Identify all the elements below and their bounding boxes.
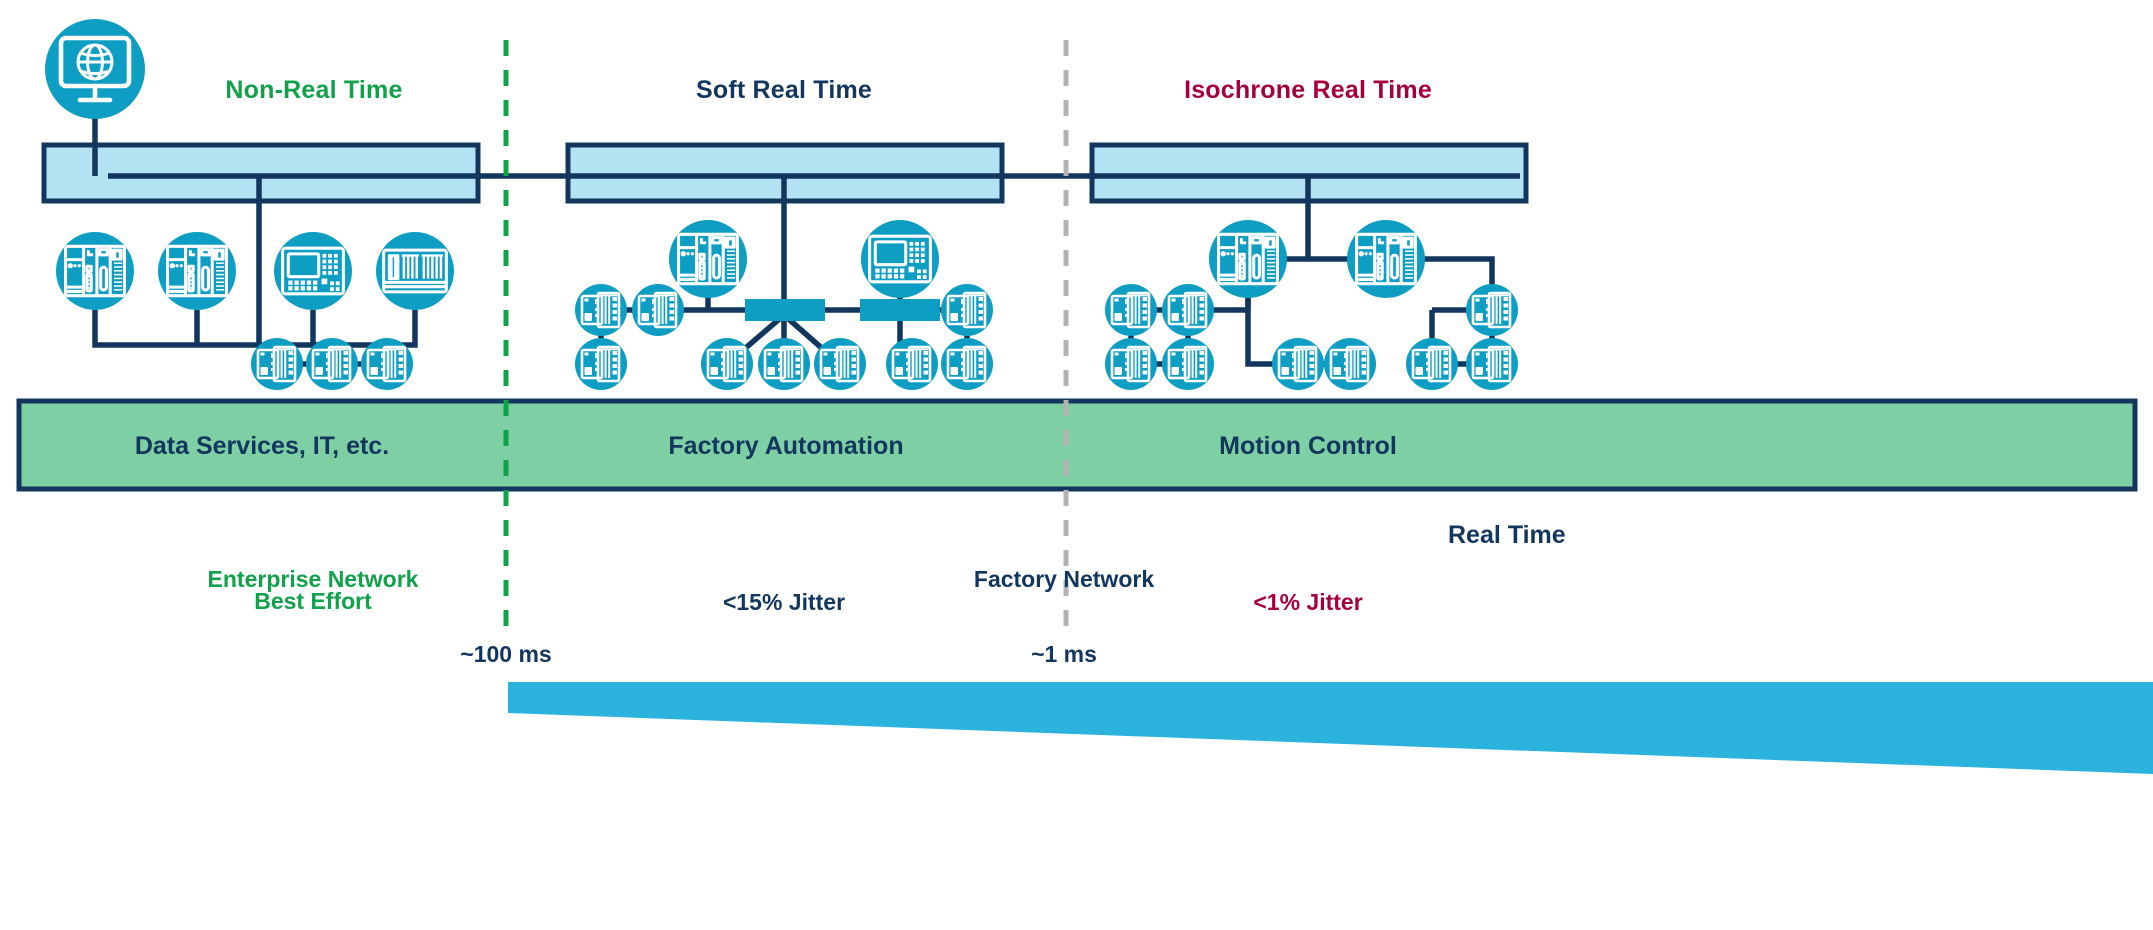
- zone-title-soft-real-time: Soft Real Time: [696, 76, 872, 104]
- node-hmi-1: [274, 232, 352, 310]
- switch-left: [745, 299, 825, 321]
- node-io-16: [1162, 338, 1214, 390]
- wedge-label-real-time: Real Time: [1448, 521, 1566, 549]
- switch-right: [860, 299, 940, 321]
- node-plc-1: [56, 232, 134, 310]
- note-best-effort: Best Effort: [254, 588, 372, 614]
- node-io-17: [1272, 338, 1324, 390]
- node-io-4: [575, 284, 627, 336]
- node-io-10: [886, 338, 938, 390]
- marker-100ms: ~100 ms: [460, 641, 552, 667]
- marker-1ms: ~1 ms: [1031, 641, 1097, 667]
- node-io-13: [1105, 284, 1157, 336]
- node-io-21: [1466, 338, 1518, 390]
- node-io-12: [941, 284, 993, 336]
- note-factory-network: Factory Network: [973, 566, 1155, 592]
- node-plc-3: [669, 220, 747, 298]
- node-terminal-1: [376, 232, 454, 310]
- note-jitter-soft: <15% Jitter: [722, 589, 846, 615]
- node-globe-monitor: [45, 19, 145, 119]
- note-jitter-isochrone: <1% Jitter: [1253, 589, 1363, 615]
- node-io-20: [1406, 338, 1458, 390]
- diagram-graphics: [16, 19, 2153, 774]
- diagram-canvas: Non-Real Time Soft Real Time Isochrone R…: [0, 0, 2153, 930]
- node-io-9: [814, 338, 866, 390]
- node-io-11: [941, 338, 993, 390]
- node-plc-2: [158, 232, 236, 310]
- node-io-19: [1466, 284, 1518, 336]
- band-label-factory-automation: Factory Automation: [668, 432, 904, 460]
- node-plc-4: [1209, 220, 1287, 298]
- node-io-5: [632, 284, 684, 336]
- node-io-15: [1105, 338, 1157, 390]
- node-io-6: [575, 338, 627, 390]
- band-label-data-services: Data Services, IT, etc.: [134, 432, 390, 460]
- node-io-18: [1324, 338, 1376, 390]
- node-io-8: [758, 338, 810, 390]
- node-io-1: [251, 338, 303, 390]
- band-label-motion-control: Motion Control: [1219, 432, 1397, 460]
- real-time-wedge: [508, 682, 2153, 774]
- node-io-7: [701, 338, 753, 390]
- node-hmi-2: [861, 220, 939, 298]
- node-plc-5: [1347, 220, 1425, 298]
- node-io-2: [306, 338, 358, 390]
- zone-title-isochrone-real-time: Isochrone Real Time: [1184, 76, 1432, 104]
- node-io-3: [361, 338, 413, 390]
- node-io-14: [1162, 284, 1214, 336]
- zone-title-non-real-time: Non-Real Time: [225, 76, 403, 104]
